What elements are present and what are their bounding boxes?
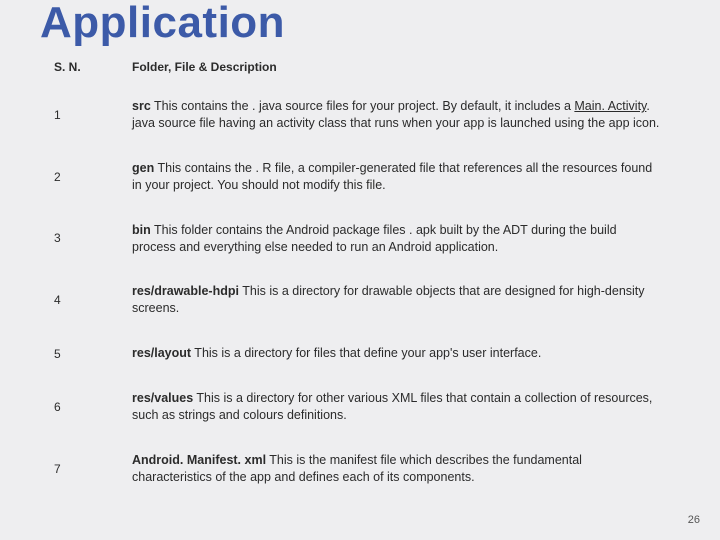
cell-desc: Android. Manifest. xml This is the manif… <box>132 438 666 500</box>
desc-text: This is a directory for other various XM… <box>132 391 652 422</box>
table-row: 6 res/values This is a directory for oth… <box>54 376 666 438</box>
folder-structure-table: S. N. Folder, File & Description 1 src T… <box>54 52 666 499</box>
folder-name: bin <box>132 223 151 237</box>
table-row: 1 src This contains the . java source fi… <box>54 84 666 146</box>
cell-desc: gen This contains the . R file, a compil… <box>132 146 666 208</box>
cell-desc: bin This folder contains the Android pac… <box>132 208 666 270</box>
desc-text: This contains the . java source files fo… <box>151 99 575 113</box>
table-row: 5 res/layout This is a directory for fil… <box>54 331 666 376</box>
desc-text: This folder contains the Android package… <box>132 223 617 254</box>
cell-sn: 6 <box>54 376 132 438</box>
folder-name: res/layout <box>132 346 191 360</box>
table-row: 4 res/drawable-hdpi This is a directory … <box>54 269 666 331</box>
desc-text: This is a directory for files that defin… <box>191 346 541 360</box>
cell-sn: 3 <box>54 208 132 270</box>
cell-sn: 5 <box>54 331 132 376</box>
desc-underlined: Main. Activity <box>574 99 646 113</box>
table-header-row: S. N. Folder, File & Description <box>54 52 666 84</box>
folder-name: src <box>132 99 151 113</box>
cell-desc: res/layout This is a directory for files… <box>132 331 666 376</box>
cell-desc: src This contains the . java source file… <box>132 84 666 146</box>
desc-text: This contains the . R file, a compiler-g… <box>132 161 652 192</box>
cell-desc: res/drawable-hdpi This is a directory fo… <box>132 269 666 331</box>
column-header-desc: Folder, File & Description <box>132 52 666 84</box>
cell-sn: 4 <box>54 269 132 331</box>
folder-name: res/values <box>132 391 193 405</box>
table-row: 2 gen This contains the . R file, a comp… <box>54 146 666 208</box>
cell-sn: 7 <box>54 438 132 500</box>
cell-desc: res/values This is a directory for other… <box>132 376 666 438</box>
folder-name: res/drawable-hdpi <box>132 284 239 298</box>
folder-name: Android. Manifest. xml <box>132 453 266 467</box>
table-row: 3 bin This folder contains the Android p… <box>54 208 666 270</box>
column-header-sn: S. N. <box>54 52 132 84</box>
cell-sn: 2 <box>54 146 132 208</box>
folder-name: gen <box>132 161 154 175</box>
page-number: 26 <box>688 514 700 526</box>
table-row: 7 Android. Manifest. xml This is the man… <box>54 438 666 500</box>
cell-sn: 1 <box>54 84 132 146</box>
page-title: Application <box>40 0 720 46</box>
